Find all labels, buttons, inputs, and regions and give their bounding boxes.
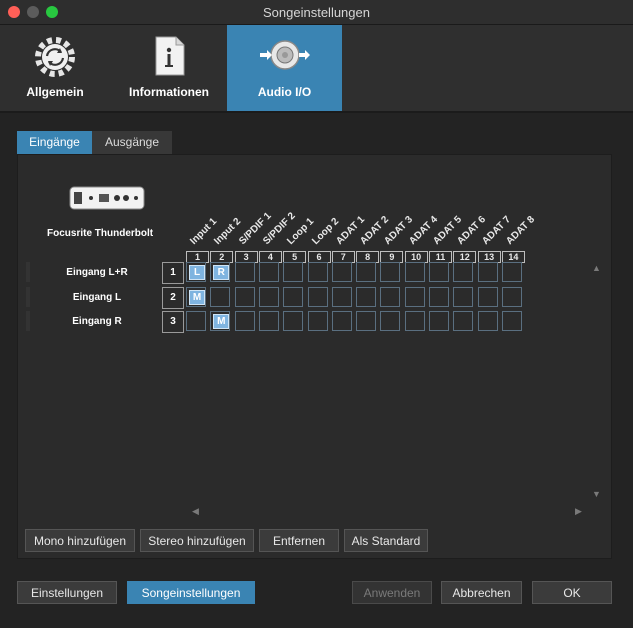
matrix-cell[interactable] bbox=[307, 311, 328, 331]
matrix-cell[interactable] bbox=[501, 262, 522, 282]
window-title: Songeinstellungen bbox=[263, 5, 370, 20]
add-mono-button[interactable]: Mono hinzufügen bbox=[25, 529, 135, 552]
scroll-up-arrow[interactable]: ▲ bbox=[592, 263, 601, 273]
tab-ausgaenge[interactable]: Ausgänge bbox=[92, 131, 172, 154]
matrix-cell[interactable] bbox=[331, 287, 352, 307]
matrix-cell[interactable] bbox=[186, 311, 206, 331]
matrix-cell[interactable] bbox=[307, 262, 328, 282]
matrix-cell[interactable] bbox=[429, 311, 449, 331]
matrix-cell[interactable] bbox=[356, 287, 377, 307]
matrix-cell[interactable] bbox=[380, 311, 401, 331]
matrix-cell[interactable] bbox=[331, 262, 352, 282]
matrix-cell[interactable] bbox=[380, 287, 401, 307]
toolbar-label: Informationen bbox=[129, 85, 209, 99]
title-bar: Songeinstellungen bbox=[0, 0, 633, 25]
matrix-cell[interactable] bbox=[283, 287, 304, 307]
song-settings-window: Songeinstellungen Allgemein Informatione… bbox=[0, 0, 633, 628]
settings-toolbar: Allgemein Informationen Audio I/O bbox=[0, 25, 633, 113]
matrix-cell[interactable] bbox=[258, 262, 279, 282]
add-stereo-button[interactable]: Stereo hinzufügen bbox=[140, 529, 254, 552]
matrix-cell[interactable] bbox=[356, 311, 377, 331]
channel-assignment-badge[interactable]: R bbox=[213, 265, 230, 280]
song-settings-button[interactable]: Songeinstellungen bbox=[127, 581, 255, 604]
matrix-cell[interactable] bbox=[404, 287, 425, 307]
channel-assignment-badge[interactable]: L bbox=[189, 265, 205, 280]
matrix-cell[interactable] bbox=[210, 287, 231, 307]
set-default-button[interactable]: Als Standard bbox=[344, 529, 428, 552]
ok-button[interactable]: OK bbox=[532, 581, 612, 604]
matrix-cell[interactable] bbox=[234, 262, 255, 282]
matrix-cell[interactable] bbox=[234, 287, 255, 307]
matrix-cell[interactable] bbox=[356, 262, 377, 282]
matrix-cell[interactable] bbox=[258, 311, 279, 331]
row-number: 1 bbox=[162, 262, 184, 284]
matrix-cell[interactable] bbox=[453, 262, 474, 282]
matrix-cell[interactable] bbox=[501, 311, 522, 331]
channel-assignment-badge[interactable]: M bbox=[189, 290, 205, 305]
matrix-cell[interactable] bbox=[453, 311, 474, 331]
row-drag-handle[interactable] bbox=[26, 311, 30, 331]
cancel-button[interactable]: Abbrechen bbox=[441, 581, 522, 604]
apply-button[interactable]: Anwenden bbox=[352, 581, 432, 604]
info-document-icon bbox=[152, 35, 186, 82]
toolbar-tab-audio-io[interactable]: Audio I/O bbox=[227, 25, 342, 111]
row-number: 2 bbox=[162, 287, 184, 309]
toolbar-label: Allgemein bbox=[26, 85, 84, 99]
matrix-cell[interactable] bbox=[283, 262, 304, 282]
matrix-cell[interactable] bbox=[453, 287, 474, 307]
toolbar-tab-informationen[interactable]: Informationen bbox=[113, 25, 225, 111]
settings-button[interactable]: Einstellungen bbox=[17, 581, 117, 604]
row-number: 3 bbox=[162, 311, 184, 333]
toolbar-tab-allgemein[interactable]: Allgemein bbox=[0, 25, 110, 111]
scroll-left-arrow[interactable]: ◀ bbox=[192, 506, 199, 517]
matrix-cell[interactable] bbox=[477, 311, 498, 331]
matrix-cell[interactable] bbox=[404, 262, 425, 282]
matrix-cell[interactable] bbox=[477, 262, 498, 282]
matrix-cell[interactable] bbox=[283, 311, 304, 331]
scroll-right-arrow[interactable]: ▶ bbox=[575, 506, 582, 517]
row-label: Eingang L+R bbox=[66, 267, 128, 278]
matrix-cell[interactable] bbox=[477, 287, 498, 307]
channel-assignment-badge[interactable]: M bbox=[213, 314, 230, 329]
row-label: Eingang L bbox=[72, 292, 122, 303]
matrix-cell[interactable] bbox=[234, 311, 255, 331]
matrix-cell[interactable] bbox=[307, 287, 328, 307]
matrix-cell[interactable] bbox=[380, 262, 401, 282]
gear-sync-icon bbox=[33, 35, 77, 84]
row-label: Eingang R bbox=[72, 316, 122, 327]
matrix-cell[interactable] bbox=[501, 287, 522, 307]
matrix-cell[interactable] bbox=[404, 311, 425, 331]
toolbar-label: Audio I/O bbox=[257, 85, 312, 99]
tab-eingaenge[interactable]: Eingänge bbox=[17, 131, 92, 154]
scroll-down-arrow[interactable]: ▼ bbox=[592, 489, 601, 499]
speaker-io-icon bbox=[258, 35, 312, 80]
remove-button[interactable]: Entfernen bbox=[259, 529, 339, 552]
audio-interface-icon bbox=[69, 186, 145, 215]
device-name: Focusrite Thunderbolt bbox=[47, 228, 154, 239]
row-drag-handle[interactable] bbox=[26, 262, 30, 282]
matrix-cell[interactable] bbox=[258, 287, 279, 307]
row-drag-handle[interactable] bbox=[26, 287, 30, 307]
matrix-cell[interactable] bbox=[429, 262, 449, 282]
matrix-cell[interactable] bbox=[331, 311, 352, 331]
matrix-cell[interactable] bbox=[429, 287, 449, 307]
